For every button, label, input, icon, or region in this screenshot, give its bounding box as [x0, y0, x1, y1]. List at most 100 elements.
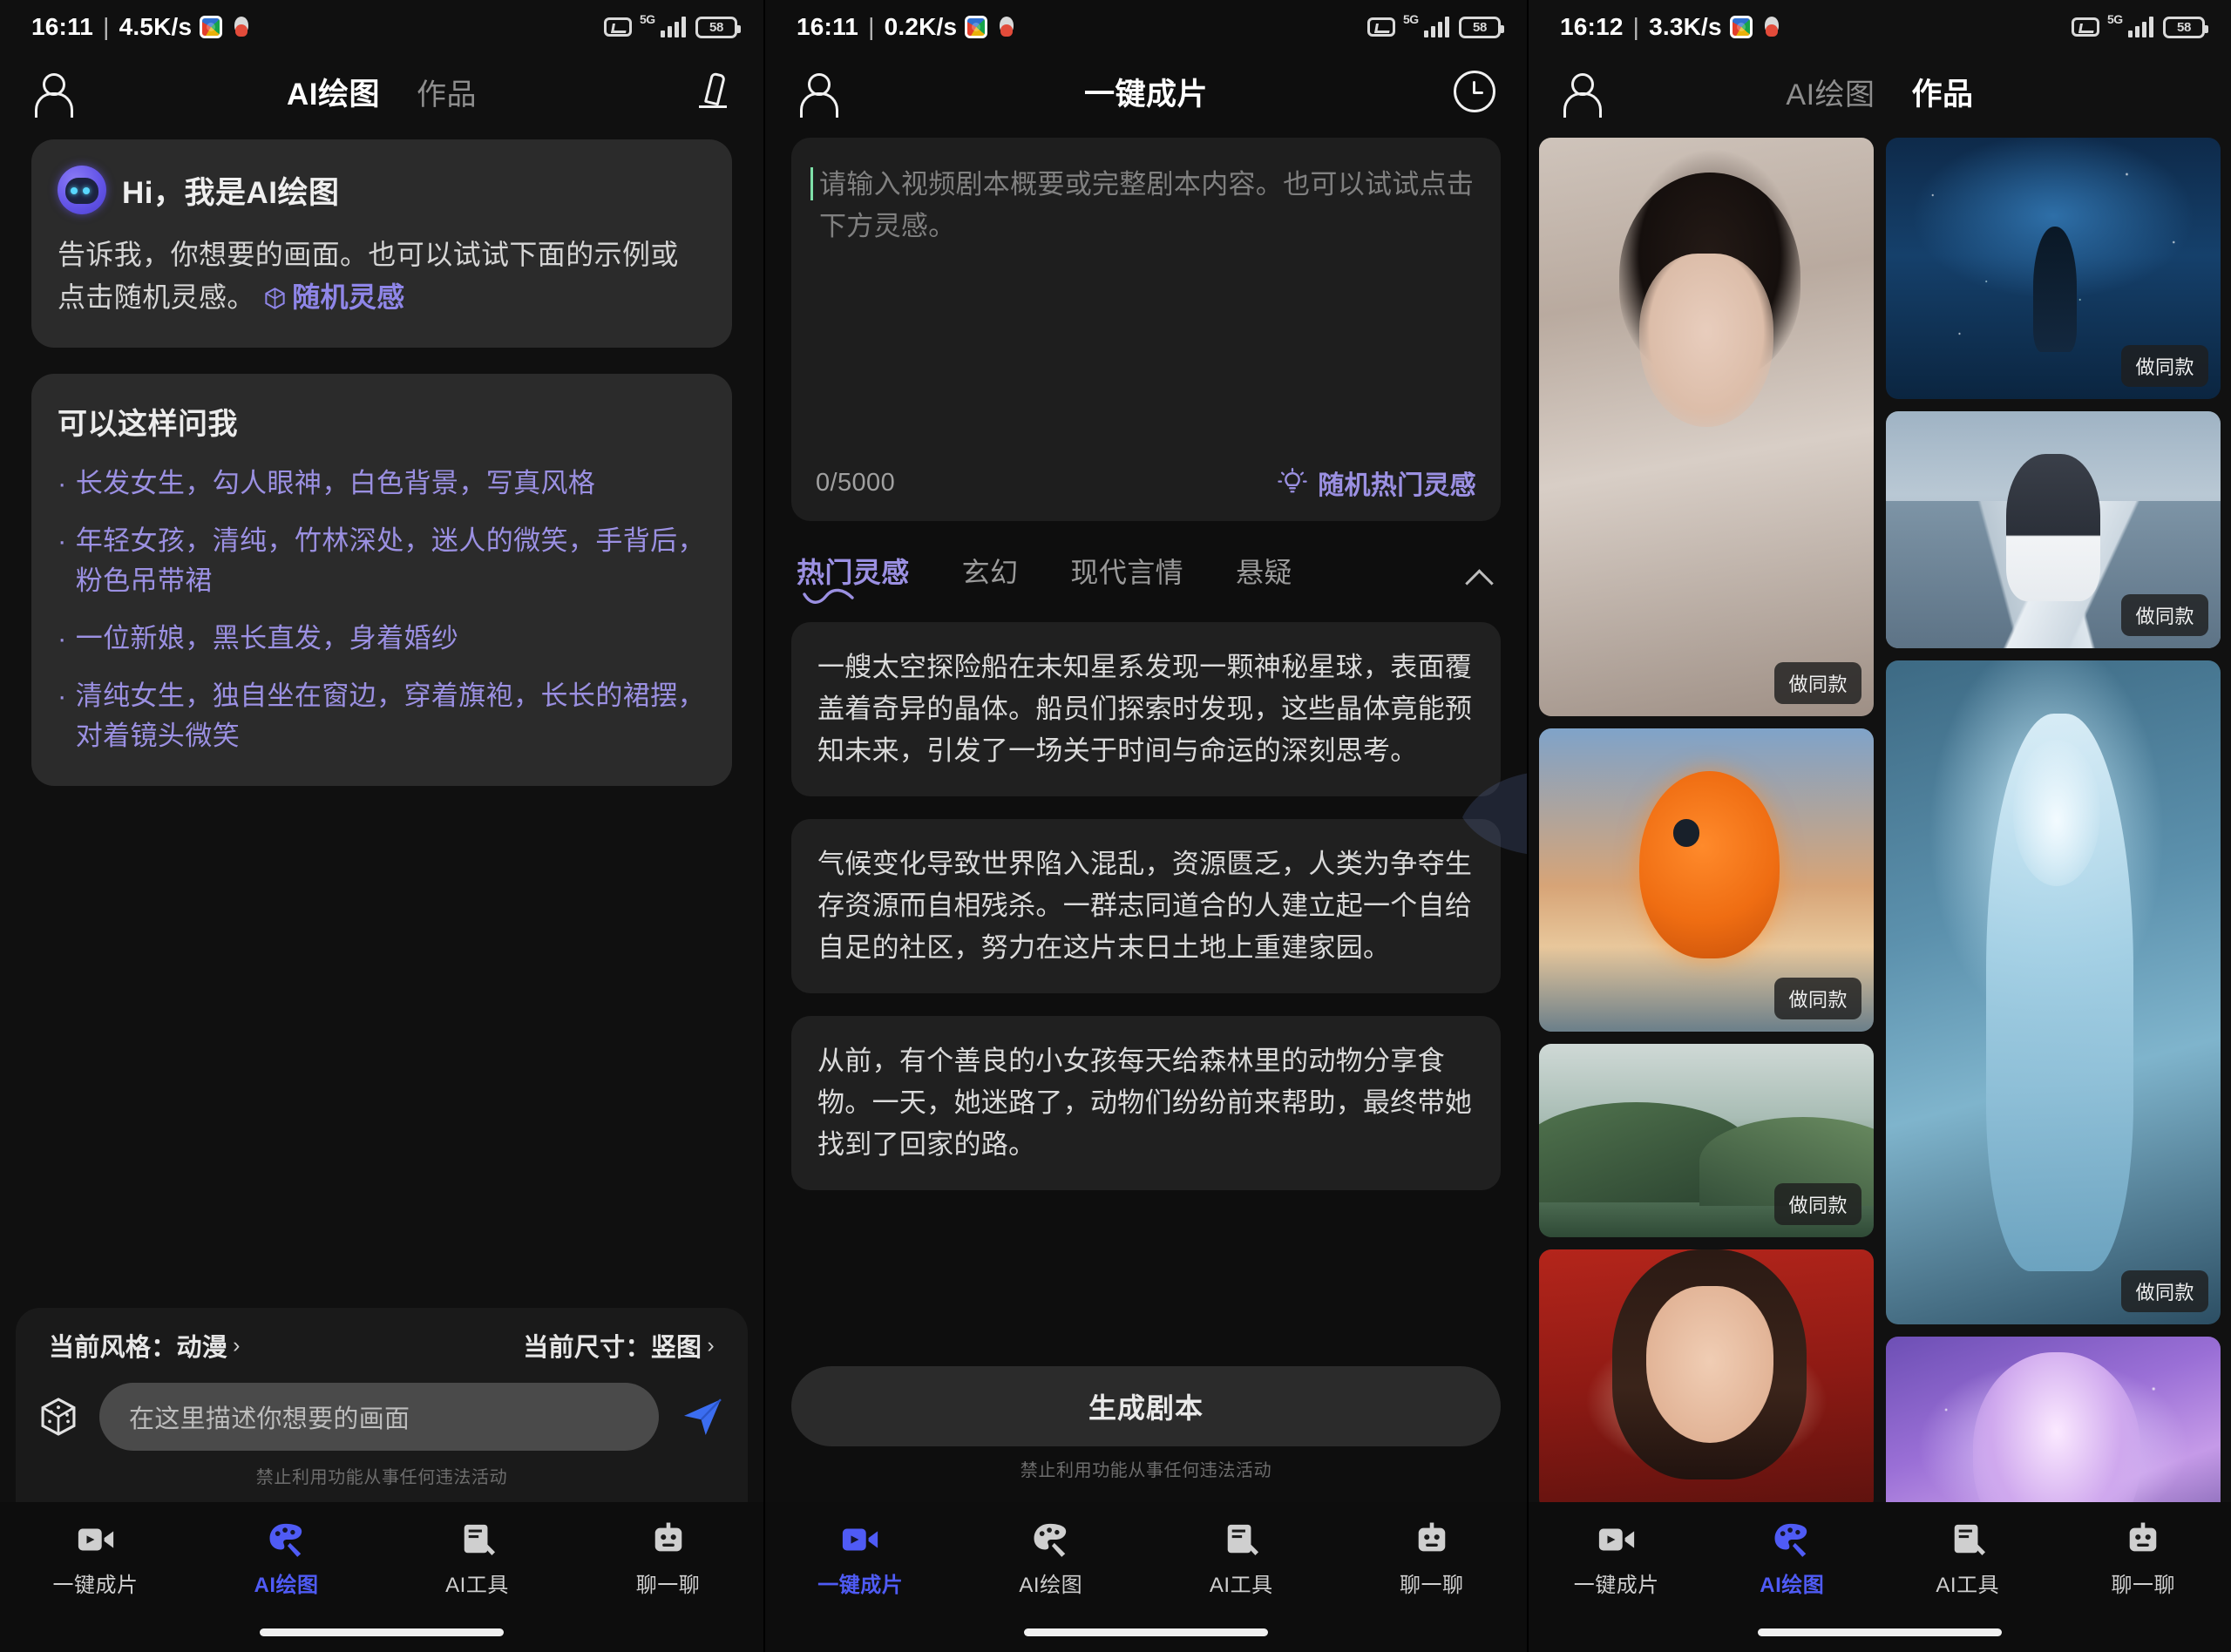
works-gallery: 做同款 做同款 做同款 做同款 做同款 做同款 [1529, 129, 2231, 1598]
suggestions-card: 可以这样问我 · 长发女生，勾人眼神，白色背景，写真风格 · 年轻女孩，清纯，竹… [31, 374, 732, 786]
gallery-column-right: 做同款 做同款 做同款 [1886, 138, 2221, 1598]
tab-label: 玄幻 [961, 557, 1019, 588]
gallery-item-misty-mountains[interactable]: 做同款 [1539, 1044, 1874, 1237]
status-separator: | [1632, 13, 1640, 40]
chat-robot-icon [2123, 1521, 2163, 1558]
nav-item-one-click-video[interactable]: 一键成片 [1529, 1521, 1705, 1598]
list-item[interactable]: 一艘太空探险船在未知星系发现一颗神秘星球，表面覆盖着奇异的晶体。船员们探索时发现… [791, 622, 1501, 797]
list-item[interactable]: · 长发女生，勾人眼神，白色背景，写真风格 [58, 464, 706, 504]
edit-pencil-icon[interactable] [694, 72, 732, 111]
nav-item-chat[interactable]: 聊一聊 [573, 1521, 763, 1598]
profile-icon[interactable] [1560, 71, 1602, 118]
photos-app-icon [965, 16, 988, 38]
suggestions-title: 可以这样问我 [58, 408, 238, 442]
gallery-column-left: 做同款 做同款 做同款 [1539, 138, 1874, 1598]
status-bar: 16:11 | 0.2K/s 5G 58 [765, 0, 1527, 54]
bullet-dot-icon: · [58, 680, 67, 711]
nav-item-ai-drawing[interactable]: AI绘图 [1705, 1521, 1881, 1598]
make-same-badge[interactable]: 做同款 [1774, 1183, 1861, 1225]
list-item[interactable]: · 一位新娘，黑长直发，身着婚纱 [58, 619, 706, 659]
tab-ai-drawing[interactable]: AI绘图 [287, 70, 380, 114]
status-bar: 16:12 | 3.3K/s 5G 58 [1529, 0, 2231, 54]
random-inspiration-link[interactable]: 随机灵感 [263, 281, 405, 313]
signal-icon: 5G [1403, 13, 1449, 37]
status-right: 5G 58 [2072, 13, 2208, 38]
greeting-title: Hi，我是AI绘图 [122, 175, 340, 210]
gallery-item-red-background-portrait[interactable] [1539, 1249, 1874, 1511]
send-icon[interactable] [678, 1392, 727, 1441]
cube-icon [263, 287, 287, 310]
bullet-dot-icon: · [58, 622, 67, 653]
gallery-item-portrait-woman-white-dress[interactable]: 做同款 [1539, 138, 1874, 716]
style-selector-label: 当前风格：动漫 [49, 1334, 228, 1362]
tab-fantasy[interactable]: 玄幻 [962, 551, 1019, 605]
chevron-up-icon[interactable] [1466, 563, 1495, 592]
status-time: 16:11 [797, 13, 859, 40]
nav-label: AI绘图 [254, 1574, 319, 1597]
panel2-content: 请输入视频剧本概要或完整剧本内容。也可以试试点击下方灵感。 0/5000 随机热… [765, 129, 1527, 1191]
gallery-item-blue-ice-fairy[interactable]: 做同款 [1886, 660, 2221, 1324]
tab-hot-inspiration[interactable]: 热门灵感 [797, 551, 910, 605]
make-same-badge[interactable]: 做同款 [1774, 978, 1861, 1019]
status-bar: 16:11 | 4.5K/s 5G 58 [0, 0, 763, 54]
qq-app-icon [230, 16, 253, 38]
style-selector[interactable]: 当前风格：动漫 › [49, 1327, 241, 1364]
gallery-item-starry-night-girl[interactable]: 做同款 [1886, 138, 2221, 399]
nav-label: 聊一聊 [1400, 1574, 1464, 1597]
script-placeholder: 请输入视频剧本概要或完整剧本内容。也可以试试点击下方灵感。 [819, 169, 1475, 242]
generate-script-button[interactable]: 生成剧本 [791, 1366, 1501, 1446]
profile-icon[interactable] [31, 71, 73, 118]
gallery-item-orange-fluffy-bird[interactable]: 做同款 [1539, 728, 1874, 1032]
photos-app-icon [200, 16, 223, 38]
tab-modern-romance[interactable]: 现代言情 [1070, 551, 1183, 605]
status-left: 16:11 | 0.2K/s [797, 13, 1018, 41]
nav-item-chat[interactable]: 聊一聊 [1337, 1521, 1528, 1598]
composer-disclaimer: 禁止利用功能从事任何违法活动 [255, 1468, 508, 1487]
greeting-header: Hi，我是AI绘图 [58, 166, 706, 214]
profile-icon[interactable] [797, 71, 838, 118]
nav-item-ai-tools[interactable]: AI工具 [1880, 1521, 2056, 1598]
tab-label: 现代言情 [1070, 557, 1184, 588]
nav-item-ai-drawing[interactable]: AI绘图 [956, 1521, 1147, 1598]
make-same-badge[interactable]: 做同款 [2121, 594, 2208, 636]
list-item[interactable]: · 清纯女生，独自坐在窗边，穿着旗袍，长长的裙摆，对着镜头微笑 [58, 676, 706, 756]
gallery-item-snow-goggles-girl[interactable]: 做同款 [1886, 411, 2221, 648]
video-camera-icon [1597, 1521, 1637, 1558]
size-selector[interactable]: 当前尺寸：竖图 › [523, 1327, 715, 1364]
prompt-input[interactable]: 在这里描述你想要的画面 [99, 1383, 659, 1451]
bullet-dot-icon: · [58, 468, 67, 499]
suggestion-text: 长发女生，勾人眼神，白色背景，写真风格 [75, 468, 596, 499]
video-camera-icon [76, 1521, 116, 1558]
alarm-icon [604, 17, 632, 37]
nav-item-chat[interactable]: 聊一聊 [2056, 1521, 2231, 1598]
composer-options: 当前风格：动漫 › 当前尺寸：竖图 › [37, 1327, 727, 1364]
panel-ai-drawing-home: 16:11 | 4.5K/s 5G 58 AI绘图 作品 Hi，我是AI绘图 告… [0, 0, 763, 1652]
script-input-box[interactable]: 请输入视频剧本概要或完整剧本内容。也可以试试点击下方灵感。 0/5000 随机热… [791, 138, 1501, 521]
header-tabs: AI绘图 作品 [1529, 70, 2231, 114]
nav-item-ai-tools[interactable]: AI工具 [1146, 1521, 1337, 1598]
random-hot-inspiration-button[interactable]: 随机热门灵感 [1278, 464, 1476, 502]
app-header: AI绘图 作品 [1529, 54, 2231, 129]
list-item[interactable]: 气候变化导致世界陷入混乱，资源匮乏，人类为争夺生存资源而自相残杀。一群志同道合的… [791, 819, 1501, 994]
tab-suspense[interactable]: 悬疑 [1236, 551, 1292, 605]
tools-document-icon [1221, 1521, 1261, 1558]
tab-works[interactable]: 作品 [1912, 70, 1974, 114]
nav-item-one-click-video[interactable]: 一键成片 [765, 1521, 956, 1598]
history-clock-icon[interactable] [1454, 71, 1495, 112]
make-same-badge[interactable]: 做同款 [2121, 345, 2208, 387]
tab-works[interactable]: 作品 [417, 71, 477, 113]
make-same-badge[interactable]: 做同款 [2121, 1270, 2208, 1312]
dice-icon[interactable] [37, 1395, 80, 1439]
nav-item-ai-tools[interactable]: AI工具 [382, 1521, 573, 1598]
make-same-badge[interactable]: 做同款 [1774, 662, 1861, 704]
home-indicator [260, 1628, 504, 1636]
active-tab-underline [802, 587, 866, 606]
inspiration-tabs: 热门灵感 玄幻 现代言情 悬疑 [791, 521, 1501, 605]
list-item[interactable]: · 年轻女孩，清纯，竹林深处，迷人的微笑，手背后，粉色吊带裙 [58, 521, 706, 601]
list-item[interactable]: 从前，有个善良的小女孩每天给森林里的动物分享食物。一天，她迷路了，动物们纷纷前来… [791, 1016, 1501, 1191]
tab-ai-drawing[interactable]: AI绘图 [1786, 71, 1875, 113]
signal-icon: 5G [640, 13, 686, 37]
nav-item-one-click-video[interactable]: 一键成片 [0, 1521, 191, 1598]
nav-item-ai-drawing[interactable]: AI绘图 [191, 1521, 382, 1598]
composer: 当前风格：动漫 › 当前尺寸：竖图 › 在这里描述你想要的画面 禁止利用功能从事 [0, 1308, 763, 1502]
